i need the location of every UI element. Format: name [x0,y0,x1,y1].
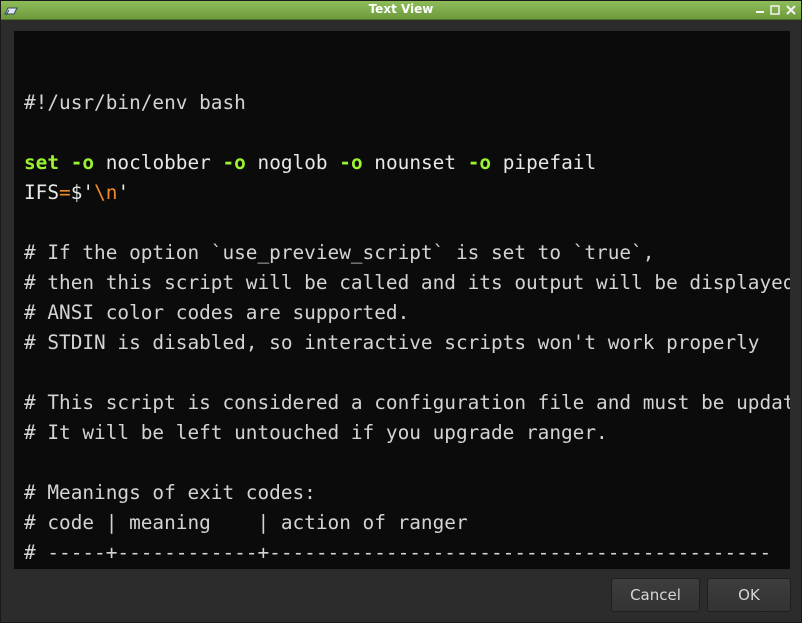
code-token: # code | meaning | action of ranger [24,511,468,534]
title-bar[interactable]: Text View [1,1,801,20]
code-token: # then this script will be called and it… [24,271,790,294]
code-token: -o [222,151,246,174]
code-token: # STDIN is disabled, so interactive scri… [24,331,760,354]
code-token: IFS [24,181,60,204]
code-line: # then this script will be called and it… [24,268,790,298]
code-line: # -----+------------+-------------------… [24,538,790,568]
code-token: # It will be left untouched if you upgra… [24,421,608,444]
dialog-buttons: Cancel OK [1,578,801,614]
code-line: # If the option `use_preview_script` is … [24,238,790,268]
text-view-content[interactable]: #!/usr/bin/env bash set -o noclobber -o … [14,31,790,569]
code-token: -o [467,151,492,174]
code-token: = [59,181,71,204]
code-token: set [24,151,60,174]
code-token: #!/usr/bin/env bash [24,91,246,114]
maximize-icon[interactable] [768,3,782,17]
code-token: # Meanings of exit codes: [24,481,316,504]
code-line: # ANSI color codes are supported. [24,298,790,328]
code-token: -o [339,151,363,174]
code-line: # It will be left untouched if you upgra… [24,418,790,448]
cancel-button[interactable]: Cancel [611,578,700,612]
ok-button[interactable]: OK [707,578,791,612]
code-token: # ANSI color codes are supported. [24,301,410,324]
code-token: noclobber [94,151,223,174]
close-icon[interactable] [784,3,798,17]
code-token: -o [70,151,95,174]
code-token: pipefail [491,151,597,174]
code-token: # -----+------------+-------------------… [24,541,772,564]
script-text: #!/usr/bin/env bash set -o noclobber -o … [24,58,790,569]
code-line: # code | meaning | action of ranger [24,508,790,538]
code-line: IFS=$'\n' [24,178,790,208]
code-token: nounset [362,151,468,174]
window-title: Text View [368,2,434,16]
minimize-icon[interactable] [753,3,767,17]
code-token: ' [117,181,130,204]
code-token: $' [70,181,95,204]
code-line: #!/usr/bin/env bash [24,88,790,118]
code-line: # STDIN is disabled, so interactive scri… [24,328,790,358]
code-line: # Meanings of exit codes: [24,478,790,508]
code-line: set -o noclobber -o noglob -o nounset -o… [24,148,790,178]
text-view-window: Text View #!/usr/bin/env bash set -o noc… [0,0,802,623]
code-token: # This script is considered a configurat… [24,391,790,414]
code-line: # This script is considered a configurat… [24,388,790,418]
code-token: \n [94,181,118,204]
code-token: noglob [245,151,340,174]
code-token: # If the option `use_preview_script` is … [24,241,655,264]
code-line: # 0 | success | Display stdout as previe… [24,568,790,569]
